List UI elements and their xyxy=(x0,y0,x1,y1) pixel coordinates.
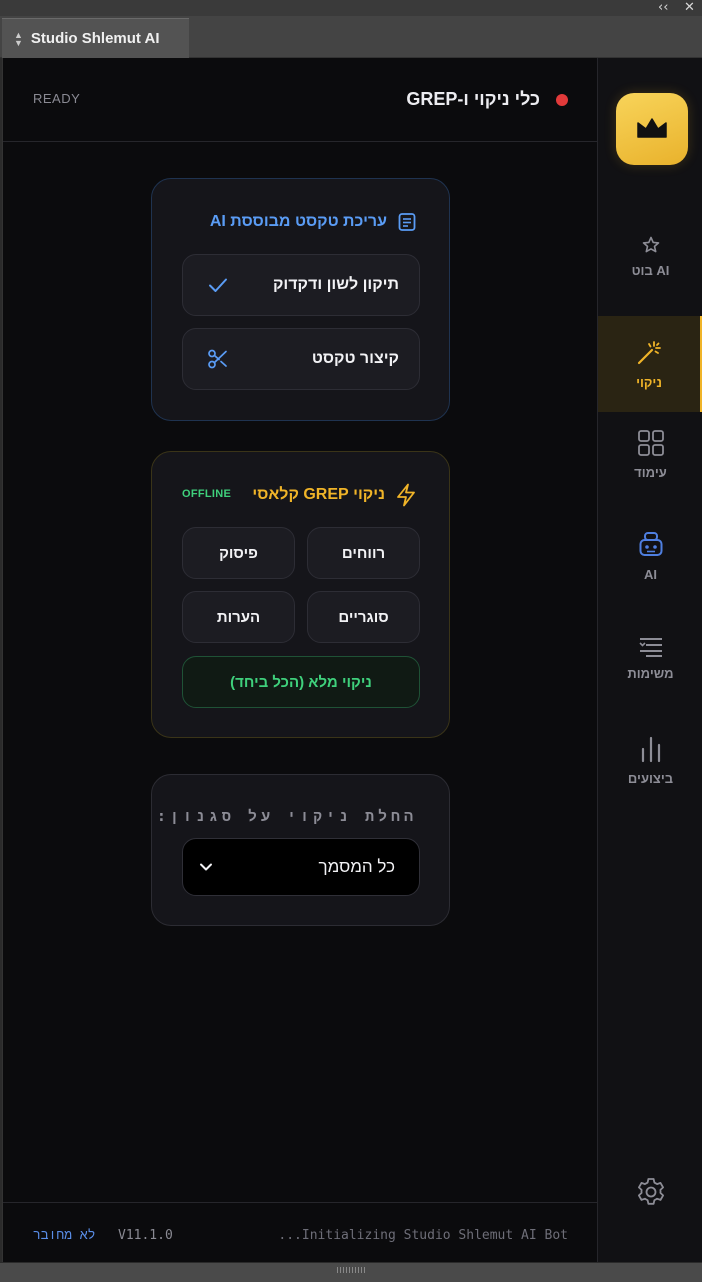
sidebar-nav: AI בוט ניקוי עימוד AI משימות ביצועים xyxy=(598,58,702,1262)
sidebar-item-layout[interactable]: עימוד xyxy=(598,406,702,502)
window-chrome-bottom xyxy=(0,1262,702,1282)
version-label: V11.1.0 xyxy=(118,1228,173,1243)
window-chrome-top: ‹‹ ✕ xyxy=(0,0,702,16)
status-footer: לא מחובר V11.1.0 ...Initializing Studio … xyxy=(3,1202,598,1262)
list-icon xyxy=(638,637,662,657)
main-area: READY כלי ניקוי ו-GREP עריכת טקסט מבוססת… xyxy=(3,58,598,1262)
check-icon xyxy=(209,278,227,292)
connection-status: לא מחובר xyxy=(33,1228,96,1243)
panel-tab-title: Studio Shlemut AI xyxy=(30,30,160,47)
grep-card-title: ניקוי GREP קלאסי xyxy=(252,486,385,503)
sidebar-item-ai-bot[interactable]: AI בוט xyxy=(598,208,702,304)
robot-icon xyxy=(639,531,662,556)
indesign-panel-frame: ‹‹ ✕ ▲ ▼ Studio Shlemut AI READY כלי ניקו… xyxy=(0,0,702,1282)
lightning-icon xyxy=(397,483,415,507)
punctuation-button[interactable]: פיסוק xyxy=(182,527,295,579)
style-select-value: כל המסמך xyxy=(318,857,395,876)
full-clean-button[interactable]: ניקוי מלא (הכל ביחד) xyxy=(182,656,420,708)
plugin-panel: READY כלי ניקוי ו-GREP עריכת טקסט מבוססת… xyxy=(2,58,702,1262)
style-select[interactable]: כל המסמך xyxy=(182,838,420,896)
app-logo[interactable] xyxy=(616,93,688,165)
panel-tab[interactable]: ▲ ▼ Studio Shlemut AI xyxy=(2,18,189,58)
sidebar-item-label: ניקוי xyxy=(636,374,662,390)
grammar-fix-button[interactable]: תיקון לשון ודקדוק xyxy=(182,254,420,316)
page-title: כלי ניקוי ו-GREP xyxy=(406,89,540,109)
shorten-text-label: קיצור טקסט xyxy=(311,350,399,367)
sidebar-item-label: משימות xyxy=(627,665,674,681)
star-icon xyxy=(642,236,659,252)
status-indicator-dot xyxy=(556,94,568,106)
collapse-panel-button[interactable]: ‹‹ xyxy=(658,0,668,16)
shorten-text-button[interactable]: קיצור טקסט xyxy=(182,328,420,390)
close-panel-button[interactable]: ✕ xyxy=(684,0,695,16)
resize-grip-icon[interactable] xyxy=(337,1267,367,1273)
sidebar-item-label: AI xyxy=(644,566,657,582)
magic-wand-icon xyxy=(637,340,661,364)
apply-to-style-card: החלת ניקוי על סגנון: כל המסמך xyxy=(151,774,450,926)
gear-icon xyxy=(638,1178,664,1205)
status-text: READY xyxy=(33,91,81,106)
settings-button[interactable] xyxy=(635,1176,667,1208)
sidebar-item-tasks[interactable]: משימות xyxy=(598,610,702,706)
comments-button[interactable]: הערות xyxy=(182,591,295,643)
sidebar-item-performance[interactable]: ביצועים xyxy=(598,712,702,808)
sidebar-item-label: עימוד xyxy=(634,464,667,480)
crown-icon xyxy=(637,118,667,138)
ai-card-header: עריכת טקסט מבוססת AI xyxy=(210,212,417,232)
style-selector-label: החלת ניקוי על סגנון: xyxy=(156,807,417,825)
sidebar-item-cleanup[interactable]: ניקוי xyxy=(598,316,702,412)
grep-cleanup-card: OFFLINE ניקוי GREP קלאסי רווחים פיסוק סו… xyxy=(151,451,450,738)
bar-chart-icon xyxy=(641,736,660,762)
panel-tab-bar: ▲ ▼ Studio Shlemut AI xyxy=(0,16,702,58)
ai-card-title: עריכת טקסט מבוססת AI xyxy=(209,213,387,230)
brackets-button[interactable]: סוגריים xyxy=(307,591,420,643)
grid-icon xyxy=(637,429,664,456)
grep-card-header: ניקוי GREP קלאסי xyxy=(252,483,417,507)
spaces-button[interactable]: רווחים xyxy=(307,527,420,579)
sidebar-item-label: ביצועים xyxy=(627,770,674,786)
ai-editing-card: עריכת טקסט מבוססת AI תיקון לשון ודקדוק ק… xyxy=(151,178,450,421)
tab-reorder-icon: ▲ ▼ xyxy=(14,29,23,48)
scissors-icon xyxy=(208,349,227,369)
sidebar-item-ai[interactable]: AI xyxy=(598,508,702,604)
sidebar-item-label: AI בוט xyxy=(631,262,670,278)
document-icon xyxy=(398,213,416,231)
header: READY כלי ניקוי ו-GREP xyxy=(3,58,598,142)
grammar-fix-label: תיקון לשון ודקדוק xyxy=(272,276,399,293)
chevron-down-icon xyxy=(200,863,212,871)
log-message: ...Initializing Studio Shlemut AI Bot xyxy=(278,1228,568,1243)
offline-badge: OFFLINE xyxy=(182,488,232,500)
